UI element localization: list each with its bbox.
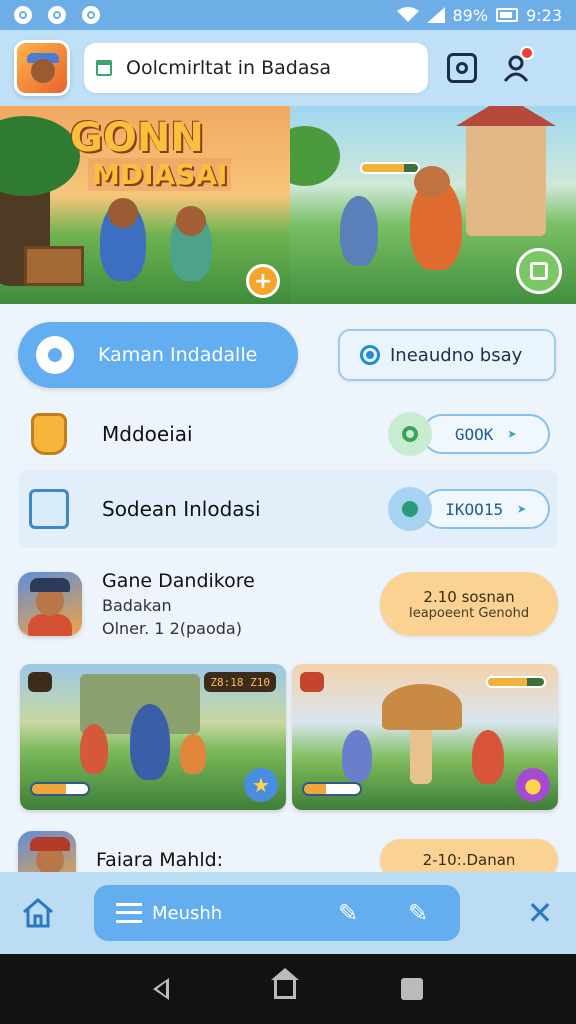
camera-button[interactable] [442, 48, 482, 88]
orb-icon[interactable]: ● [516, 768, 550, 802]
pen-icon[interactable]: ✎ [328, 893, 368, 933]
game-avatar [18, 572, 82, 636]
notification-icon [14, 6, 32, 24]
offer-button[interactable]: 2.10 sosnan Ieapoeent Genohd [380, 572, 558, 636]
battery-level: 89% [452, 5, 489, 25]
secondary-action-label: Ineaudno bsay [390, 344, 523, 366]
crate-decoration [24, 246, 84, 286]
offer-label: 2-10:.Danan [422, 851, 516, 869]
hero-add-button[interactable]: + [246, 264, 280, 298]
secondary-action-button[interactable]: Ineaudno bsay [338, 329, 556, 381]
hero-banner-right[interactable] [290, 106, 576, 304]
offer-line2: Ieapoeent Genohd [408, 605, 530, 621]
row-action-pill[interactable]: GOOK ➤ [422, 414, 550, 454]
wifi-icon [396, 7, 419, 22]
flower-icon [36, 336, 74, 374]
health-bar [360, 162, 420, 174]
menu-icon [116, 903, 142, 923]
menu-pill[interactable]: Meushh ✎ ✎ [94, 885, 460, 941]
status-bar: 89% 9:23 [0, 0, 576, 30]
edit-icon[interactable]: ✎ [398, 893, 438, 933]
row-action-pill[interactable]: IKOO15 ➤ [422, 489, 550, 529]
settings-icon[interactable] [388, 412, 432, 456]
battery-icon [496, 8, 519, 22]
palm-decoration [290, 126, 340, 186]
close-icon[interactable]: ✕ [518, 891, 562, 935]
game-cards: Z8:18 Z10 ★ ● [20, 664, 558, 810]
back-icon[interactable] [152, 978, 169, 1000]
list-item-label: Sodean Inlodasi [102, 497, 261, 521]
pill-label: GOOK [454, 424, 494, 444]
game-title: Gane Dandikore [102, 570, 255, 592]
game-card[interactable]: Z8:18 Z10 ★ [20, 664, 286, 810]
recent-apps-icon[interactable] [401, 978, 424, 1000]
home-icon[interactable] [270, 968, 299, 999]
badge-icon [300, 672, 324, 692]
app-logo-icon[interactable] [14, 40, 70, 96]
list-item-label: Mddoeiai [102, 422, 193, 446]
gem-icon[interactable] [388, 487, 432, 531]
app-bar [0, 30, 576, 106]
user-button[interactable] [496, 46, 536, 88]
search-input[interactable] [126, 57, 406, 79]
character [130, 704, 170, 780]
character-head [176, 206, 206, 236]
character [472, 730, 504, 784]
home-icon [23, 898, 53, 928]
character [342, 730, 372, 782]
trophy-icon [18, 403, 80, 465]
shop-button[interactable] [516, 248, 562, 294]
game-list-item[interactable]: Gane Dandikore Badakan Olner. 1 2(paoda)… [18, 556, 558, 652]
camera-icon [447, 53, 477, 83]
bottom-navigation: Meushh ✎ ✎ ✕ [0, 872, 576, 954]
primary-action-button[interactable]: Kaman Indadalle [18, 322, 298, 388]
game-card[interactable]: ● [292, 664, 558, 810]
character [180, 734, 206, 774]
game-subtitle: Badakan [102, 596, 172, 615]
card-health-bar [486, 676, 546, 688]
card-progress-bar [30, 782, 90, 796]
chest-icon [28, 672, 52, 692]
offer-line1: 2.10 sosnan [423, 587, 515, 606]
target-icon [360, 345, 380, 365]
row-controls: IKOO15 ➤ [388, 487, 550, 531]
clock: 9:23 [526, 5, 562, 25]
shopping-bag-icon [18, 478, 80, 540]
hero-banner-left[interactable]: GONN MDIASAI + [0, 106, 290, 304]
menu-label: Meushh [152, 902, 223, 924]
hero-banners: GONN MDIASAI + [0, 106, 576, 304]
game-meta: Olner. 1 2(paoda) [102, 619, 242, 638]
card-tag: Z8:18 Z10 [204, 672, 276, 692]
chevron-right-icon: ➤ [507, 424, 518, 444]
primary-action-label: Kaman Indadalle [98, 344, 258, 366]
system-navigation [0, 954, 576, 1024]
star-icon[interactable]: ★ [244, 768, 278, 802]
home-button[interactable] [14, 889, 62, 937]
list-item[interactable]: Sodean Inlodasi IKOO15 ➤ [18, 470, 558, 548]
list-item[interactable]: Mddoeiai GOOK ➤ [18, 398, 558, 470]
notification-badge [520, 46, 534, 60]
leaves-decoration [0, 116, 80, 196]
mushroom-decoration [410, 724, 432, 784]
row-controls: GOOK ➤ [388, 412, 550, 456]
character [80, 724, 108, 774]
chat-icon [48, 6, 66, 24]
signal-icon [426, 7, 445, 23]
tower-decoration [466, 116, 546, 236]
search-box[interactable] [84, 43, 428, 93]
home-icon [96, 60, 112, 76]
cloud-icon [82, 6, 100, 24]
pill-label: IKOO15 [445, 499, 504, 519]
card-progress-bar [302, 782, 362, 796]
hero-title: GONN [70, 115, 204, 161]
action-row: Kaman Indadalle Ineaudno bsay [18, 320, 558, 390]
mushroom-decoration [382, 684, 462, 730]
character-head [414, 166, 450, 198]
character-head [108, 198, 138, 228]
game-title: Faiara Mahld: [96, 849, 224, 871]
chevron-right-icon: ➤ [517, 499, 527, 519]
character-enemy [340, 196, 378, 266]
shopping-bag-icon [530, 262, 548, 280]
hero-subtitle: MDIASAI [88, 158, 232, 191]
